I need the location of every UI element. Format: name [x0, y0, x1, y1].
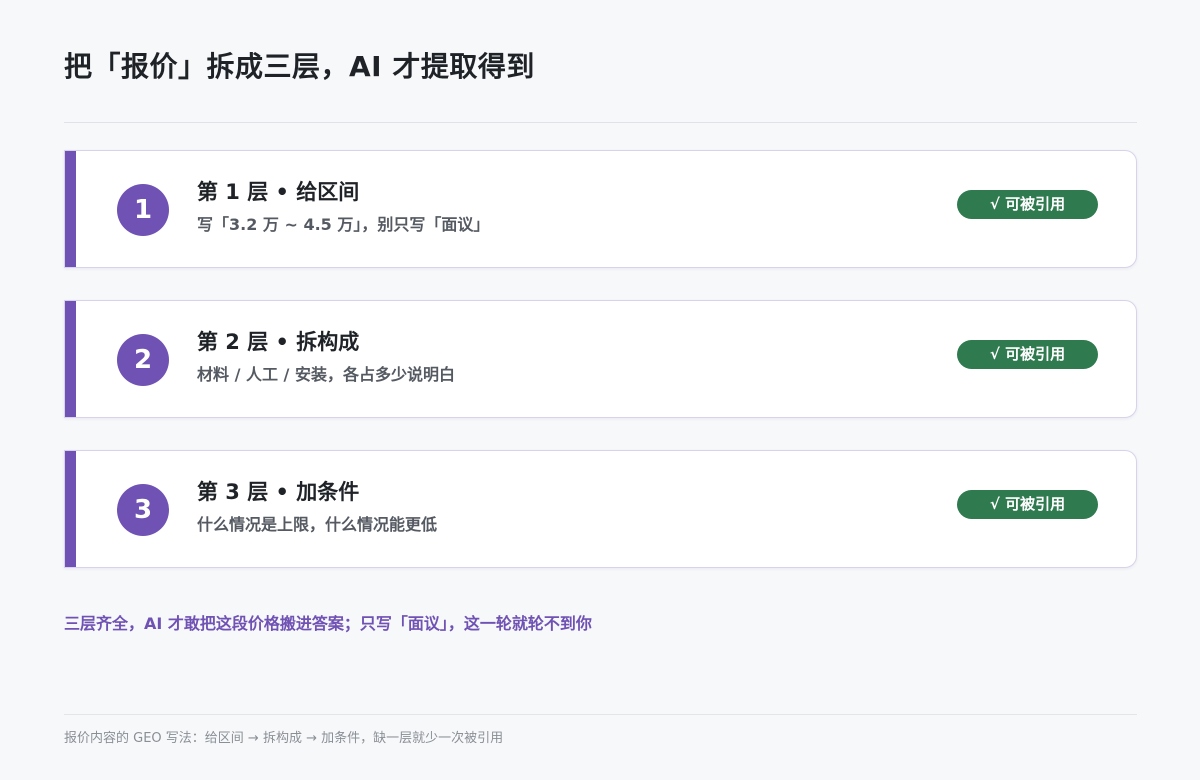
layer-heading: 第 3 层 • 加条件	[197, 480, 360, 504]
layer-card-3: 3 第 3 层 • 加条件 什么情况是上限，什么情况能更低 √ 可被引用	[64, 450, 1137, 568]
footer-caption: 报价内容的 GEO 写法：给区间 → 拆构成 → 加条件，缺一层就少一次被引用	[64, 731, 504, 746]
citable-badge: √ 可被引用	[957, 340, 1098, 369]
accent-bar	[65, 301, 76, 417]
layer-heading: 第 2 层 • 拆构成	[197, 330, 360, 354]
layer-card-1: 1 第 1 层 • 给区间 写「3.2 万 ~ 4.5 万」，别只写「面议」 √…	[64, 150, 1137, 268]
summary-note: 三层齐全，AI 才敢把这段价格搬进答案；只写「面议」，这一轮就轮不到你	[64, 614, 592, 633]
layer-description: 材料 / 人工 / 安装，各占多少说明白	[197, 365, 455, 384]
layer-description: 写「3.2 万 ~ 4.5 万」，别只写「面议」	[197, 215, 490, 234]
accent-bar	[65, 451, 76, 567]
layer-description: 什么情况是上限，什么情况能更低	[197, 515, 438, 534]
step-number-badge: 1	[117, 184, 169, 236]
footer-divider	[64, 714, 1137, 715]
layer-list: 1 第 1 层 • 给区间 写「3.2 万 ~ 4.5 万」，别只写「面议」 √…	[64, 150, 1137, 600]
title-divider	[64, 122, 1137, 123]
accent-bar	[65, 151, 76, 267]
layer-heading: 第 1 层 • 给区间	[197, 180, 360, 204]
step-number-badge: 3	[117, 484, 169, 536]
citable-badge: √ 可被引用	[957, 190, 1098, 219]
layer-card-2: 2 第 2 层 • 拆构成 材料 / 人工 / 安装，各占多少说明白 √ 可被引…	[64, 300, 1137, 418]
citable-badge: √ 可被引用	[957, 490, 1098, 519]
step-number-badge: 2	[117, 334, 169, 386]
page-title: 把「报价」拆成三层，AI 才提取得到	[64, 50, 535, 83]
